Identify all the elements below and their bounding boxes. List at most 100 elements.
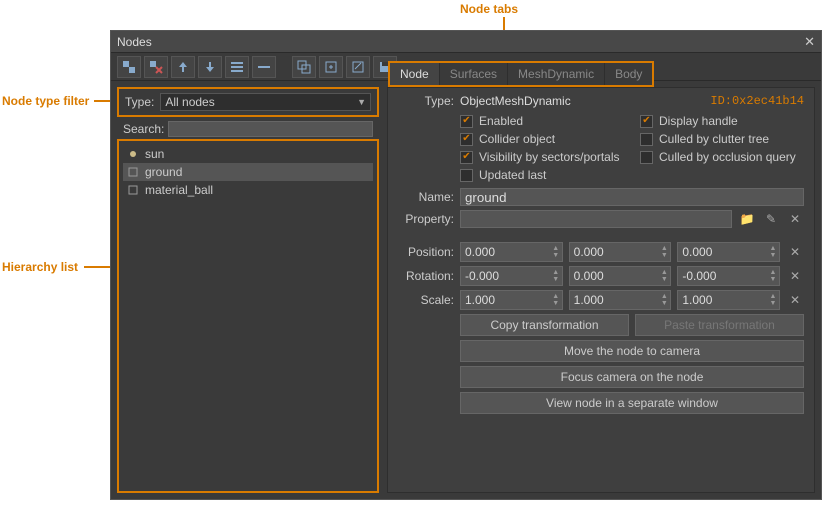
- spinner-arrows-icon[interactable]: ▲▼: [550, 293, 562, 307]
- hierarchy-tree[interactable]: sun ground material_ball: [117, 139, 379, 493]
- tool-move-down-icon[interactable]: [198, 56, 222, 78]
- left-pane: Type: All nodes ▼ Search: sungroundmater…: [117, 87, 379, 493]
- spinner-input[interactable]: [461, 293, 550, 307]
- tree-item-sun[interactable]: sun: [123, 145, 373, 163]
- spinner-arrows-icon[interactable]: ▲▼: [658, 293, 670, 307]
- tool-import-icon[interactable]: [346, 56, 370, 78]
- tool-collapse-icon[interactable]: [252, 56, 276, 78]
- spinner-arrows-icon[interactable]: ▲▼: [767, 269, 779, 283]
- checkbox-icon: ✔: [640, 115, 653, 128]
- right-pane: NodeSurfacesMeshDynamicBody Type: Object…: [387, 87, 815, 493]
- name-input[interactable]: [460, 188, 804, 206]
- position-x-spinner[interactable]: ▲▼: [460, 242, 563, 262]
- checkbox-icon: ✔: [460, 133, 473, 146]
- mesh-icon: [127, 166, 139, 178]
- checkbox-label: Enabled: [479, 114, 523, 128]
- rotation-z-spinner[interactable]: ▲▼: [677, 266, 780, 286]
- tool-add-node-icon[interactable]: [117, 56, 141, 78]
- tab-surfaces[interactable]: Surfaces: [440, 63, 508, 85]
- callout-tabs: Node tabs: [460, 2, 518, 16]
- tab-meshdynamic[interactable]: MeshDynamic: [508, 63, 605, 85]
- tool-move-up-icon[interactable]: [171, 56, 195, 78]
- checkbox-label: Culled by clutter tree: [659, 132, 769, 146]
- spinner-input[interactable]: [678, 293, 767, 307]
- scale-z-spinner[interactable]: ▲▼: [677, 290, 780, 310]
- position-vec3: ▲▼ ▲▼ ▲▼: [460, 242, 780, 262]
- checkbox-label: Visibility by sectors/portals: [479, 150, 620, 164]
- tree-item-material_ball[interactable]: material_ball: [123, 181, 373, 199]
- spinner-arrows-icon[interactable]: ▲▼: [550, 245, 562, 259]
- tab-node[interactable]: Node: [390, 63, 440, 85]
- spinner-input[interactable]: [461, 269, 550, 283]
- position-z-spinner[interactable]: ▲▼: [677, 242, 780, 262]
- folder-icon[interactable]: 📁: [738, 210, 756, 228]
- focus-camera-button[interactable]: Focus camera on the node: [460, 366, 804, 388]
- search-label: Search:: [123, 122, 164, 136]
- spinner-arrows-icon[interactable]: ▲▼: [658, 245, 670, 259]
- edit-icon[interactable]: ✎: [762, 210, 780, 228]
- spinner-input[interactable]: [678, 269, 767, 283]
- close-button[interactable]: ✕: [804, 34, 815, 50]
- checkbox-icon: [640, 133, 653, 146]
- spinner-arrows-icon[interactable]: ▲▼: [658, 269, 670, 283]
- tree-item-label: material_ball: [145, 183, 213, 197]
- search-input[interactable]: [168, 121, 373, 137]
- checkbox-enabled[interactable]: ✔ Enabled: [460, 114, 624, 128]
- rotation-y-spinner[interactable]: ▲▼: [569, 266, 672, 286]
- checkbox-grid: ✔ Enabled ✔ Display handle ✔Collider object C…: [460, 114, 804, 182]
- spinner-arrows-icon[interactable]: ▲▼: [767, 293, 779, 307]
- checkbox-icon: ✔: [460, 115, 473, 128]
- checkbox-label: Culled by occlusion query: [659, 150, 796, 164]
- chevron-down-icon: ▼: [357, 97, 366, 107]
- move-to-camera-button[interactable]: Move the node to camera: [460, 340, 804, 362]
- reset-position-icon[interactable]: ✕: [786, 243, 804, 261]
- paste-transform-button[interactable]: Paste transformation: [635, 314, 804, 336]
- scale-label: Scale:: [398, 293, 454, 307]
- tool-expand-icon[interactable]: [225, 56, 249, 78]
- checkbox-label: Display handle: [659, 114, 738, 128]
- type-label: Type:: [398, 94, 454, 108]
- scale-x-spinner[interactable]: ▲▼: [460, 290, 563, 310]
- checkbox-visibility-by-sectors-portals[interactable]: ✔ Visibility by sectors/portals: [460, 150, 624, 164]
- checkbox-culled-by-clutter-tree[interactable]: Culled by clutter tree: [640, 132, 804, 146]
- spinner-arrows-icon[interactable]: ▲▼: [767, 245, 779, 259]
- reset-rotation-icon[interactable]: ✕: [786, 267, 804, 285]
- spinner-arrows-icon[interactable]: ▲▼: [550, 269, 562, 283]
- tool-export-icon[interactable]: [319, 56, 343, 78]
- spinner-input[interactable]: [461, 245, 550, 259]
- checkbox-display-handle[interactable]: ✔ Display handle: [640, 114, 804, 128]
- spinner-input[interactable]: [570, 293, 659, 307]
- tab-body[interactable]: Body: [605, 63, 652, 85]
- checkbox-icon: [640, 151, 653, 164]
- search-row: Search:: [117, 117, 379, 139]
- checkbox-icon: [460, 169, 473, 182]
- checkbox-collider-object[interactable]: ✔Collider object: [460, 132, 624, 146]
- node-tabs: NodeSurfacesMeshDynamicBody: [388, 61, 654, 87]
- view-separate-button[interactable]: View node in a separate window: [460, 392, 804, 414]
- type-select[interactable]: All nodes ▼: [160, 93, 371, 111]
- scale-y-spinner[interactable]: ▲▼: [569, 290, 672, 310]
- tree-item-label: ground: [145, 165, 182, 179]
- position-y-spinner[interactable]: ▲▼: [569, 242, 672, 262]
- spinner-input[interactable]: [570, 269, 659, 283]
- reset-scale-icon[interactable]: ✕: [786, 291, 804, 309]
- tool-clone-icon[interactable]: [292, 56, 316, 78]
- sun-icon: [127, 148, 139, 160]
- tree-item-label: sun: [145, 147, 164, 161]
- spinner-input[interactable]: [570, 245, 659, 259]
- property-input[interactable]: [460, 210, 732, 228]
- copy-transform-button[interactable]: Copy transformation: [460, 314, 629, 336]
- checkbox-label: Updated last: [479, 168, 546, 182]
- checkbox-updated-last[interactable]: Updated last: [460, 168, 624, 182]
- spinner-input[interactable]: [678, 245, 767, 259]
- rotation-label: Rotation:: [398, 269, 454, 283]
- titlebar: Nodes ✕: [111, 31, 821, 53]
- rotation-x-spinner[interactable]: ▲▼: [460, 266, 563, 286]
- tool-delete-node-icon[interactable]: [144, 56, 168, 78]
- checkbox-culled-by-occlusion-query[interactable]: Culled by occlusion query: [640, 150, 804, 164]
- clear-icon[interactable]: ✕: [786, 210, 804, 228]
- tree-item-ground[interactable]: ground: [123, 163, 373, 181]
- checkbox-icon: ✔: [460, 151, 473, 164]
- rotation-vec3: ▲▼ ▲▼ ▲▼: [460, 266, 780, 286]
- window-title: Nodes: [117, 35, 804, 49]
